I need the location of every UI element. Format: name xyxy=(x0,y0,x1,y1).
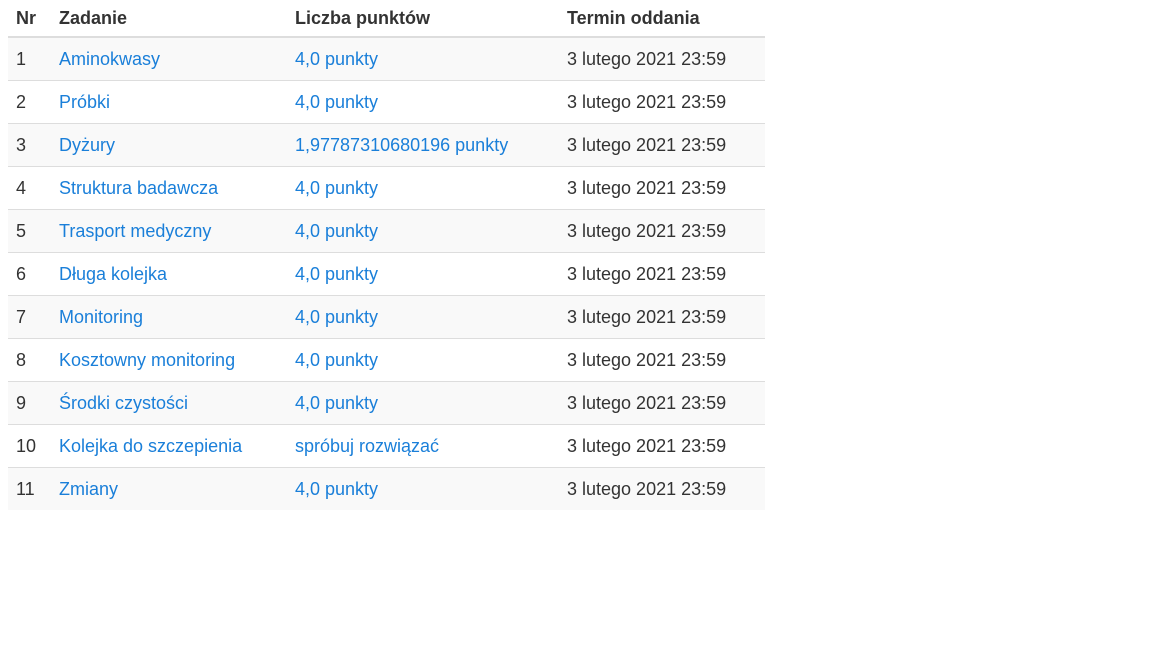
header-task: Zadanie xyxy=(51,0,287,38)
points-link[interactable]: 4,0 punkty xyxy=(295,307,378,327)
table-header: Nr Zadanie Liczba punktów Termin oddania xyxy=(8,0,765,38)
row-task-cell: Próbki xyxy=(51,80,287,124)
task-link[interactable]: Zmiany xyxy=(59,479,118,499)
task-link[interactable]: Dyżury xyxy=(59,135,115,155)
table-row: 2 Próbki 4,0 punkty 3 lutego 2021 23:59 xyxy=(8,80,765,124)
points-link[interactable]: spróbuj rozwiązać xyxy=(295,436,439,456)
row-nr: 2 xyxy=(8,80,51,124)
task-link[interactable]: Aminokwasy xyxy=(59,49,160,69)
problems-table: Nr Zadanie Liczba punktów Termin oddania… xyxy=(8,0,765,510)
table-row: 10 Kolejka do szczepienia spróbuj rozwią… xyxy=(8,424,765,468)
row-deadline: 3 lutego 2021 23:59 xyxy=(559,467,765,510)
task-link[interactable]: Próbki xyxy=(59,92,110,112)
points-link[interactable]: 1,97787310680196 punkty xyxy=(295,135,508,155)
table-header-row: Nr Zadanie Liczba punktów Termin oddania xyxy=(8,0,765,38)
task-link[interactable]: Struktura badawcza xyxy=(59,178,218,198)
table-row: 11 Zmiany 4,0 punkty 3 lutego 2021 23:59 xyxy=(8,467,765,510)
row-nr: 1 xyxy=(8,37,51,81)
row-points-cell: 4,0 punkty xyxy=(287,381,559,425)
points-link[interactable]: 4,0 punkty xyxy=(295,221,378,241)
row-points-cell: 4,0 punkty xyxy=(287,166,559,210)
row-nr: 3 xyxy=(8,123,51,167)
row-task-cell: Długa kolejka xyxy=(51,252,287,296)
task-link[interactable]: Trasport medyczny xyxy=(59,221,211,241)
table-row: 7 Monitoring 4,0 punkty 3 lutego 2021 23… xyxy=(8,295,765,339)
table-row: 3 Dyżury 1,97787310680196 punkty 3 luteg… xyxy=(8,123,765,167)
points-link[interactable]: 4,0 punkty xyxy=(295,393,378,413)
row-task-cell: Środki czystości xyxy=(51,381,287,425)
table-row: 4 Struktura badawcza 4,0 punkty 3 lutego… xyxy=(8,166,765,210)
row-deadline: 3 lutego 2021 23:59 xyxy=(559,295,765,339)
row-deadline: 3 lutego 2021 23:59 xyxy=(559,209,765,253)
row-nr: 11 xyxy=(8,467,51,510)
row-deadline: 3 lutego 2021 23:59 xyxy=(559,37,765,81)
row-points-cell: 4,0 punkty xyxy=(287,338,559,382)
points-link[interactable]: 4,0 punkty xyxy=(295,264,378,284)
points-link[interactable]: 4,0 punkty xyxy=(295,479,378,499)
row-deadline: 3 lutego 2021 23:59 xyxy=(559,123,765,167)
problems-table-container: Nr Zadanie Liczba punktów Termin oddania… xyxy=(8,0,765,510)
row-nr: 7 xyxy=(8,295,51,339)
row-deadline: 3 lutego 2021 23:59 xyxy=(559,424,765,468)
row-deadline: 3 lutego 2021 23:59 xyxy=(559,381,765,425)
row-task-cell: Aminokwasy xyxy=(51,37,287,81)
row-nr: 5 xyxy=(8,209,51,253)
row-task-cell: Trasport medyczny xyxy=(51,209,287,253)
task-link[interactable]: Monitoring xyxy=(59,307,143,327)
row-task-cell: Zmiany xyxy=(51,467,287,510)
points-link[interactable]: 4,0 punkty xyxy=(295,350,378,370)
row-task-cell: Kosztowny monitoring xyxy=(51,338,287,382)
task-link[interactable]: Kosztowny monitoring xyxy=(59,350,235,370)
table-row: 5 Trasport medyczny 4,0 punkty 3 lutego … xyxy=(8,209,765,253)
table-row: 1 Aminokwasy 4,0 punkty 3 lutego 2021 23… xyxy=(8,37,765,81)
table-row: 6 Długa kolejka 4,0 punkty 3 lutego 2021… xyxy=(8,252,765,296)
task-link[interactable]: Długa kolejka xyxy=(59,264,167,284)
header-deadline: Termin oddania xyxy=(559,0,765,38)
row-deadline: 3 lutego 2021 23:59 xyxy=(559,338,765,382)
row-points-cell: 4,0 punkty xyxy=(287,209,559,253)
table-row: 9 Środki czystości 4,0 punkty 3 lutego 2… xyxy=(8,381,765,425)
row-points-cell: 4,0 punkty xyxy=(287,37,559,81)
header-points: Liczba punktów xyxy=(287,0,559,38)
row-task-cell: Kolejka do szczepienia xyxy=(51,424,287,468)
row-nr: 8 xyxy=(8,338,51,382)
points-link[interactable]: 4,0 punkty xyxy=(295,49,378,69)
header-nr: Nr xyxy=(8,0,51,38)
row-points-cell: 4,0 punkty xyxy=(287,80,559,124)
row-nr: 4 xyxy=(8,166,51,210)
row-points-cell: 4,0 punkty xyxy=(287,295,559,339)
row-deadline: 3 lutego 2021 23:59 xyxy=(559,252,765,296)
table-row: 8 Kosztowny monitoring 4,0 punkty 3 lute… xyxy=(8,338,765,382)
task-link[interactable]: Środki czystości xyxy=(59,393,188,413)
row-task-cell: Monitoring xyxy=(51,295,287,339)
row-points-cell: 4,0 punkty xyxy=(287,467,559,510)
row-deadline: 3 lutego 2021 23:59 xyxy=(559,80,765,124)
row-nr: 9 xyxy=(8,381,51,425)
points-link[interactable]: 4,0 punkty xyxy=(295,178,378,198)
row-points-cell: 1,97787310680196 punkty xyxy=(287,123,559,167)
row-nr: 6 xyxy=(8,252,51,296)
row-points-cell: 4,0 punkty xyxy=(287,252,559,296)
row-task-cell: Struktura badawcza xyxy=(51,166,287,210)
row-task-cell: Dyżury xyxy=(51,123,287,167)
task-link[interactable]: Kolejka do szczepienia xyxy=(59,436,242,456)
row-nr: 10 xyxy=(8,424,51,468)
table-body: 1 Aminokwasy 4,0 punkty 3 lutego 2021 23… xyxy=(8,37,765,510)
row-deadline: 3 lutego 2021 23:59 xyxy=(559,166,765,210)
row-points-cell: spróbuj rozwiązać xyxy=(287,424,559,468)
points-link[interactable]: 4,0 punkty xyxy=(295,92,378,112)
